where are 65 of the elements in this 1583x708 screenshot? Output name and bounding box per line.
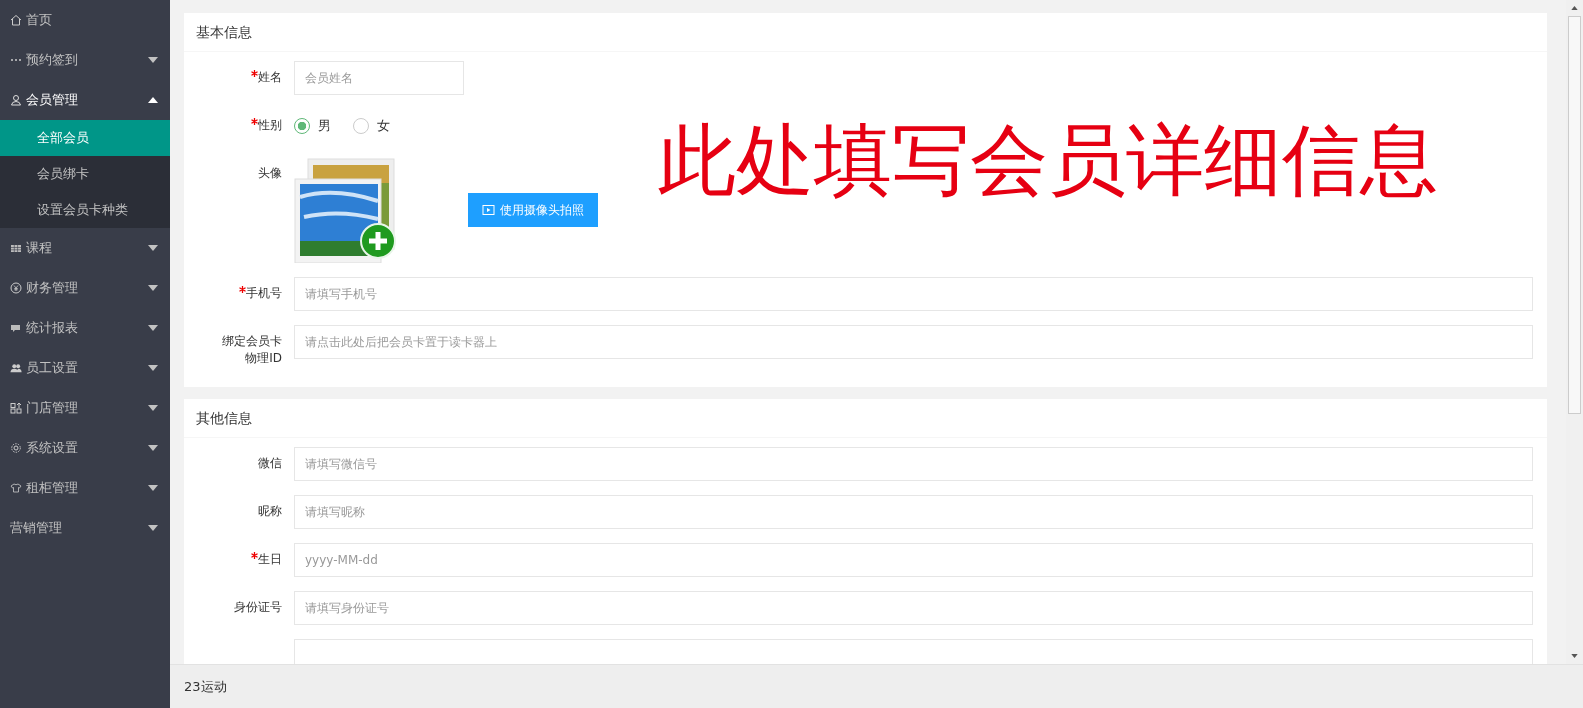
radio-label: 女 bbox=[377, 117, 390, 135]
nav-item[interactable]: 营销管理 bbox=[0, 508, 170, 548]
arrow-up-icon[interactable] bbox=[1571, 6, 1578, 10]
text-field[interactable]: 会员姓名 bbox=[294, 61, 464, 95]
nav-item[interactable]: 员工设置 bbox=[0, 348, 170, 388]
chat-icon bbox=[10, 322, 22, 334]
footer-text: 23运动 bbox=[184, 677, 227, 696]
field-label: 头像 bbox=[258, 165, 282, 182]
nav-item[interactable]: 会员管理 bbox=[0, 80, 170, 120]
nav-item[interactable]: 系统设置 bbox=[0, 428, 170, 468]
radio-option[interactable]: 男 bbox=[294, 117, 331, 135]
nav-label: 营销管理 bbox=[10, 519, 63, 537]
nav-label: 预约签到 bbox=[26, 51, 79, 69]
arrow-down-icon[interactable] bbox=[1571, 654, 1578, 658]
shirt-icon bbox=[10, 482, 22, 494]
nav-label: 统计报表 bbox=[26, 319, 79, 337]
submenu-item[interactable]: 全部会员 bbox=[0, 120, 170, 156]
text-field[interactable]: 请填写昵称 bbox=[294, 495, 1533, 529]
users-icon bbox=[10, 362, 22, 374]
text-field[interactable]: yyyy-MM-dd bbox=[294, 543, 1533, 577]
nav-item[interactable]: 预约签到 bbox=[0, 40, 170, 80]
text-field[interactable]: 请填写微信号 bbox=[294, 447, 1533, 481]
text-field[interactable] bbox=[294, 639, 1533, 664]
nav-label: 课程 bbox=[26, 239, 53, 257]
nav-label: 员工设置 bbox=[26, 359, 79, 377]
text-field[interactable]: 请点击此处后把会员卡置于读卡器上 bbox=[294, 325, 1533, 359]
blocks-icon bbox=[10, 402, 22, 414]
settings-icon bbox=[10, 442, 22, 454]
submenu-item[interactable]: 会员绑卡 bbox=[0, 156, 170, 192]
scrollbar-thumb[interactable] bbox=[1568, 16, 1581, 414]
text-field[interactable]: 请填写身份证号 bbox=[294, 591, 1533, 625]
radio-option[interactable]: 女 bbox=[353, 117, 390, 135]
nav-item[interactable]: 门店管理 bbox=[0, 388, 170, 428]
field-label: 昵称 bbox=[258, 503, 282, 520]
field-label: 身份证号 bbox=[234, 599, 282, 616]
field-label: 微信 bbox=[258, 455, 282, 472]
text-field[interactable]: 请填写手机号 bbox=[294, 277, 1533, 311]
yen-icon bbox=[10, 282, 22, 294]
card-title: 基本信息 bbox=[184, 13, 1547, 52]
card-title: 其他信息 bbox=[184, 399, 1547, 438]
field-label: 性别 bbox=[258, 117, 282, 134]
nav-label: 首页 bbox=[26, 11, 53, 29]
home-icon bbox=[10, 14, 22, 26]
annotation-text: 此处填写会员详细信息 bbox=[658, 114, 1438, 207]
nav-label: 租柜管理 bbox=[26, 479, 79, 497]
nav-item[interactable]: 财务管理 bbox=[0, 268, 170, 308]
radio-button[interactable] bbox=[294, 118, 310, 134]
nav-label: 会员管理 bbox=[26, 91, 79, 109]
field-label: 姓名 bbox=[258, 69, 282, 86]
nav-label: 门店管理 bbox=[26, 399, 79, 417]
submenu-item[interactable]: 设置会员卡种类 bbox=[0, 192, 170, 228]
nav-item[interactable]: 首页 bbox=[0, 0, 170, 40]
nav-item[interactable]: 课程 bbox=[0, 228, 170, 268]
user-icon bbox=[10, 94, 22, 106]
nav-item[interactable]: 统计报表 bbox=[0, 308, 170, 348]
nav-label: 财务管理 bbox=[26, 279, 79, 297]
radio-label: 男 bbox=[318, 117, 331, 135]
field-label: 生日 bbox=[258, 551, 282, 568]
field-label: 绑定会员卡物理ID bbox=[221, 333, 282, 367]
table-icon bbox=[10, 242, 22, 254]
nav-label: 系统设置 bbox=[26, 439, 79, 457]
video-icon bbox=[482, 204, 496, 216]
add-image-icon[interactable] bbox=[294, 157, 398, 263]
nav-item[interactable]: 租柜管理 bbox=[0, 468, 170, 508]
field-label: 手机号 bbox=[246, 285, 282, 302]
